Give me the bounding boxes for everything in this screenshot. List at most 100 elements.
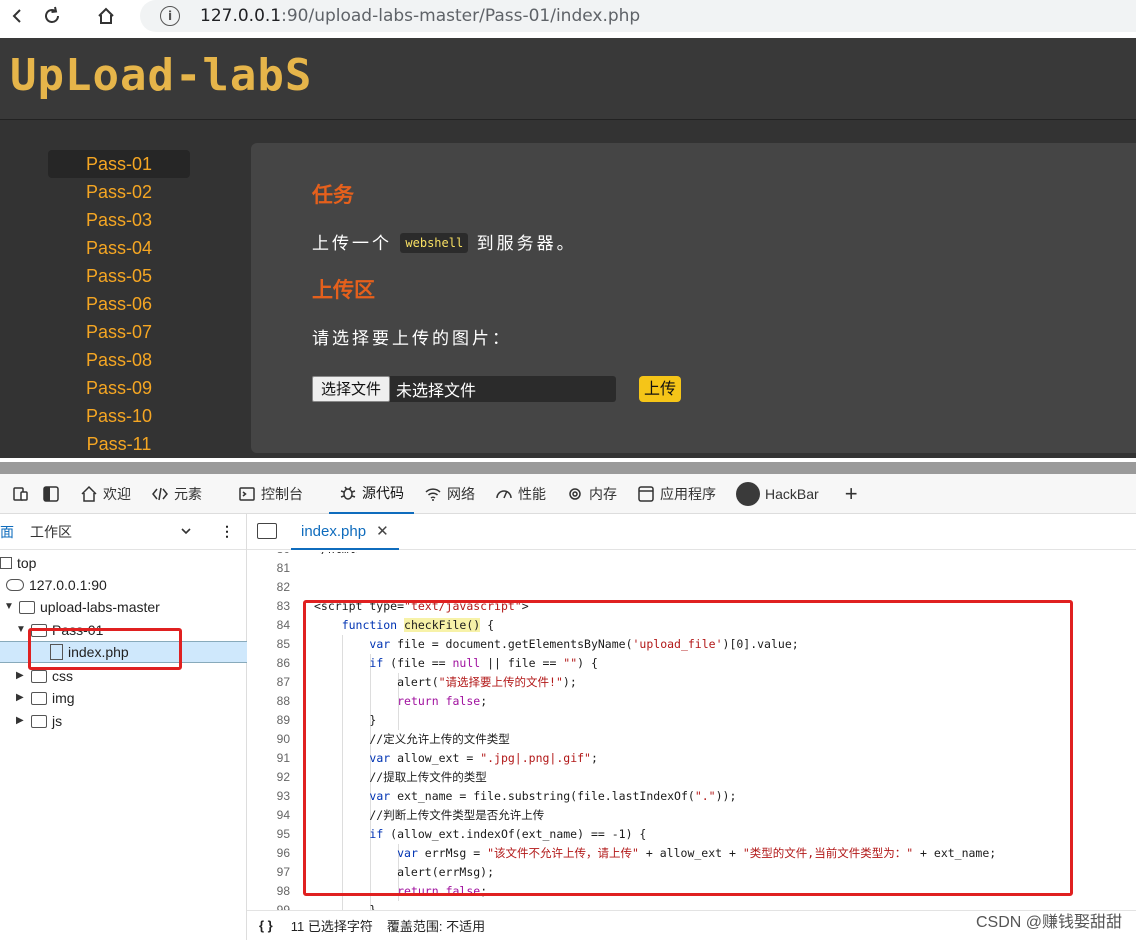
line-number[interactable]: 91 <box>247 749 290 768</box>
tree-item-upload-labs[interactable]: ▼ upload-labs-master <box>4 596 160 618</box>
browser-toolbar: i 127.0.0.1:90/upload-labs-master/Pass-0… <box>0 0 1136 38</box>
menu-pass-09[interactable]: Pass-09 <box>48 374 190 402</box>
line-number[interactable]: 83 <box>247 597 290 616</box>
line-number[interactable]: 92 <box>247 768 290 787</box>
menu-pass-06[interactable]: Pass-06 <box>48 290 190 318</box>
upload-button[interactable]: 上传 <box>639 376 682 402</box>
tab-sources[interactable]: 源代码 <box>329 474 414 514</box>
code-line[interactable]: 81 <box>247 559 1136 578</box>
tree-item-top[interactable]: top <box>0 552 36 574</box>
upload-labs-page: UpLoad-labS Pass-01 Pass-02 Pass-03 Pass… <box>0 38 1136 458</box>
tree-label-upload-labs: upload-labs-master <box>40 599 160 615</box>
devtools-resize-bar[interactable] <box>0 462 1136 474</box>
line-number[interactable]: 95 <box>247 825 290 844</box>
tab-hackbar[interactable]: HackBar <box>726 474 829 514</box>
home-icon <box>80 485 98 503</box>
line-number[interactable]: 96 <box>247 844 290 863</box>
menu-pass-01[interactable]: Pass-01 <box>48 150 190 178</box>
line-number[interactable]: 81 <box>247 559 290 578</box>
line-number[interactable]: 97 <box>247 863 290 882</box>
menu-pass-05[interactable]: Pass-05 <box>48 262 190 290</box>
line-number[interactable]: 80 <box>247 552 290 559</box>
tree-item-host[interactable]: 127.0.0.1:90 <box>6 574 107 596</box>
gear-icon <box>566 485 584 503</box>
task-title: 任务 <box>312 183 354 207</box>
frame-icon <box>0 557 12 569</box>
window-icon <box>637 485 655 503</box>
pretty-print-icon[interactable]: { } <box>259 918 273 933</box>
add-tab-icon[interactable]: + <box>829 474 868 514</box>
tab-memory-label: 内存 <box>589 485 617 502</box>
tab-performance-label: 性能 <box>518 485 546 502</box>
back-icon[interactable] <box>4 2 32 30</box>
line-number[interactable]: 94 <box>247 806 290 825</box>
tab-network[interactable]: 网络 <box>414 474 485 514</box>
line-number[interactable]: 98 <box>247 882 290 901</box>
choose-file-button[interactable]: 选择文件 <box>312 376 391 402</box>
tab-page[interactable]: 面 <box>0 522 14 542</box>
device-toolbar-icon[interactable] <box>0 474 36 514</box>
tab-console-label: 控制台 <box>261 485 303 502</box>
cloud-icon <box>6 579 24 591</box>
home-icon[interactable] <box>92 2 120 30</box>
tab-console[interactable]: 控制台 <box>212 474 313 514</box>
line-number[interactable]: 87 <box>247 673 290 692</box>
site-info-icon[interactable]: i <box>160 6 180 26</box>
toggle-navigator-icon[interactable] <box>257 523 277 539</box>
menu-pass-08[interactable]: Pass-08 <box>48 346 190 374</box>
tab-application-label: 应用程序 <box>660 485 716 502</box>
menu-pass-10[interactable]: Pass-10 <box>48 402 190 430</box>
reload-icon[interactable] <box>38 2 66 30</box>
collapsed-triangle-icon: ▶ <box>16 715 24 726</box>
tab-elements-label: 元素 <box>174 485 202 502</box>
tree-label-top: top <box>17 555 37 571</box>
line-number[interactable]: 85 <box>247 635 290 654</box>
menu-pass-02[interactable]: Pass-02 <box>48 178 190 206</box>
tab-application[interactable]: 应用程序 <box>627 474 726 514</box>
tree-item-js[interactable]: ▶ js <box>16 710 62 732</box>
task-panel: 任务 上传一个 webshell 到服务器。 上传区 请选择要上传的图片： 选择… <box>251 143 1136 453</box>
bug-icon <box>339 484 357 502</box>
tab-performance[interactable]: 性能 <box>485 474 556 514</box>
tab-sources-label: 源代码 <box>362 484 404 501</box>
tab-welcome[interactable]: 欢迎 <box>70 474 141 514</box>
address-bar[interactable]: i 127.0.0.1:90/upload-labs-master/Pass-0… <box>140 0 1136 32</box>
tree-label-js: js <box>52 713 63 729</box>
menu-pass-11[interactable]: Pass-11 <box>48 430 190 458</box>
menu-pass-04[interactable]: Pass-04 <box>48 234 190 262</box>
task-prefix: 上传一个 <box>312 234 392 254</box>
editor-tab-label: index.php <box>301 522 367 540</box>
navigator-header: 面 工作区 ⋮ <box>0 514 246 550</box>
file-input[interactable]: 选择文件 未选择文件 <box>312 376 616 402</box>
line-number[interactable]: 84 <box>247 616 290 635</box>
line-number[interactable]: 90 <box>247 730 290 749</box>
site-logo[interactable]: UpLoad-labS <box>10 50 312 101</box>
select-prompt: 请选择要上传的图片： <box>312 329 512 349</box>
line-number[interactable]: 86 <box>247 654 290 673</box>
chevron-down-icon[interactable] <box>180 524 192 540</box>
tab-network-label: 网络 <box>447 485 475 502</box>
folder-icon <box>31 691 47 705</box>
dock-icon[interactable] <box>36 474 70 514</box>
code-line[interactable]: 82 <box>247 578 1136 597</box>
menu-pass-07[interactable]: Pass-07 <box>48 318 190 346</box>
tab-workspace[interactable]: 工作区 <box>30 522 72 542</box>
tab-elements[interactable]: 元素 <box>141 474 212 514</box>
collapsed-triangle-icon: ▶ <box>16 692 24 703</box>
tab-welcome-label: 欢迎 <box>103 485 131 502</box>
more-icon[interactable]: ⋮ <box>220 523 234 540</box>
tree-item-img[interactable]: ▶ img <box>16 687 75 709</box>
collapsed-triangle-icon: ▶ <box>16 670 24 681</box>
code-line[interactable]: 80 </html> <box>247 552 1136 559</box>
line-number[interactable]: 89 <box>247 711 290 730</box>
line-number[interactable]: 93 <box>247 787 290 806</box>
hackbar-icon <box>736 481 760 506</box>
line-number[interactable]: 88 <box>247 692 290 711</box>
task-description: 上传一个 webshell 到服务器。 <box>312 229 577 254</box>
tab-memory[interactable]: 内存 <box>556 474 627 514</box>
close-icon[interactable]: ✕ <box>376 522 389 540</box>
line-number[interactable]: 82 <box>247 578 290 597</box>
editor-tab-index-php[interactable]: index.php ✕ <box>291 514 399 550</box>
folder-icon <box>19 600 35 614</box>
menu-pass-03[interactable]: Pass-03 <box>48 206 190 234</box>
